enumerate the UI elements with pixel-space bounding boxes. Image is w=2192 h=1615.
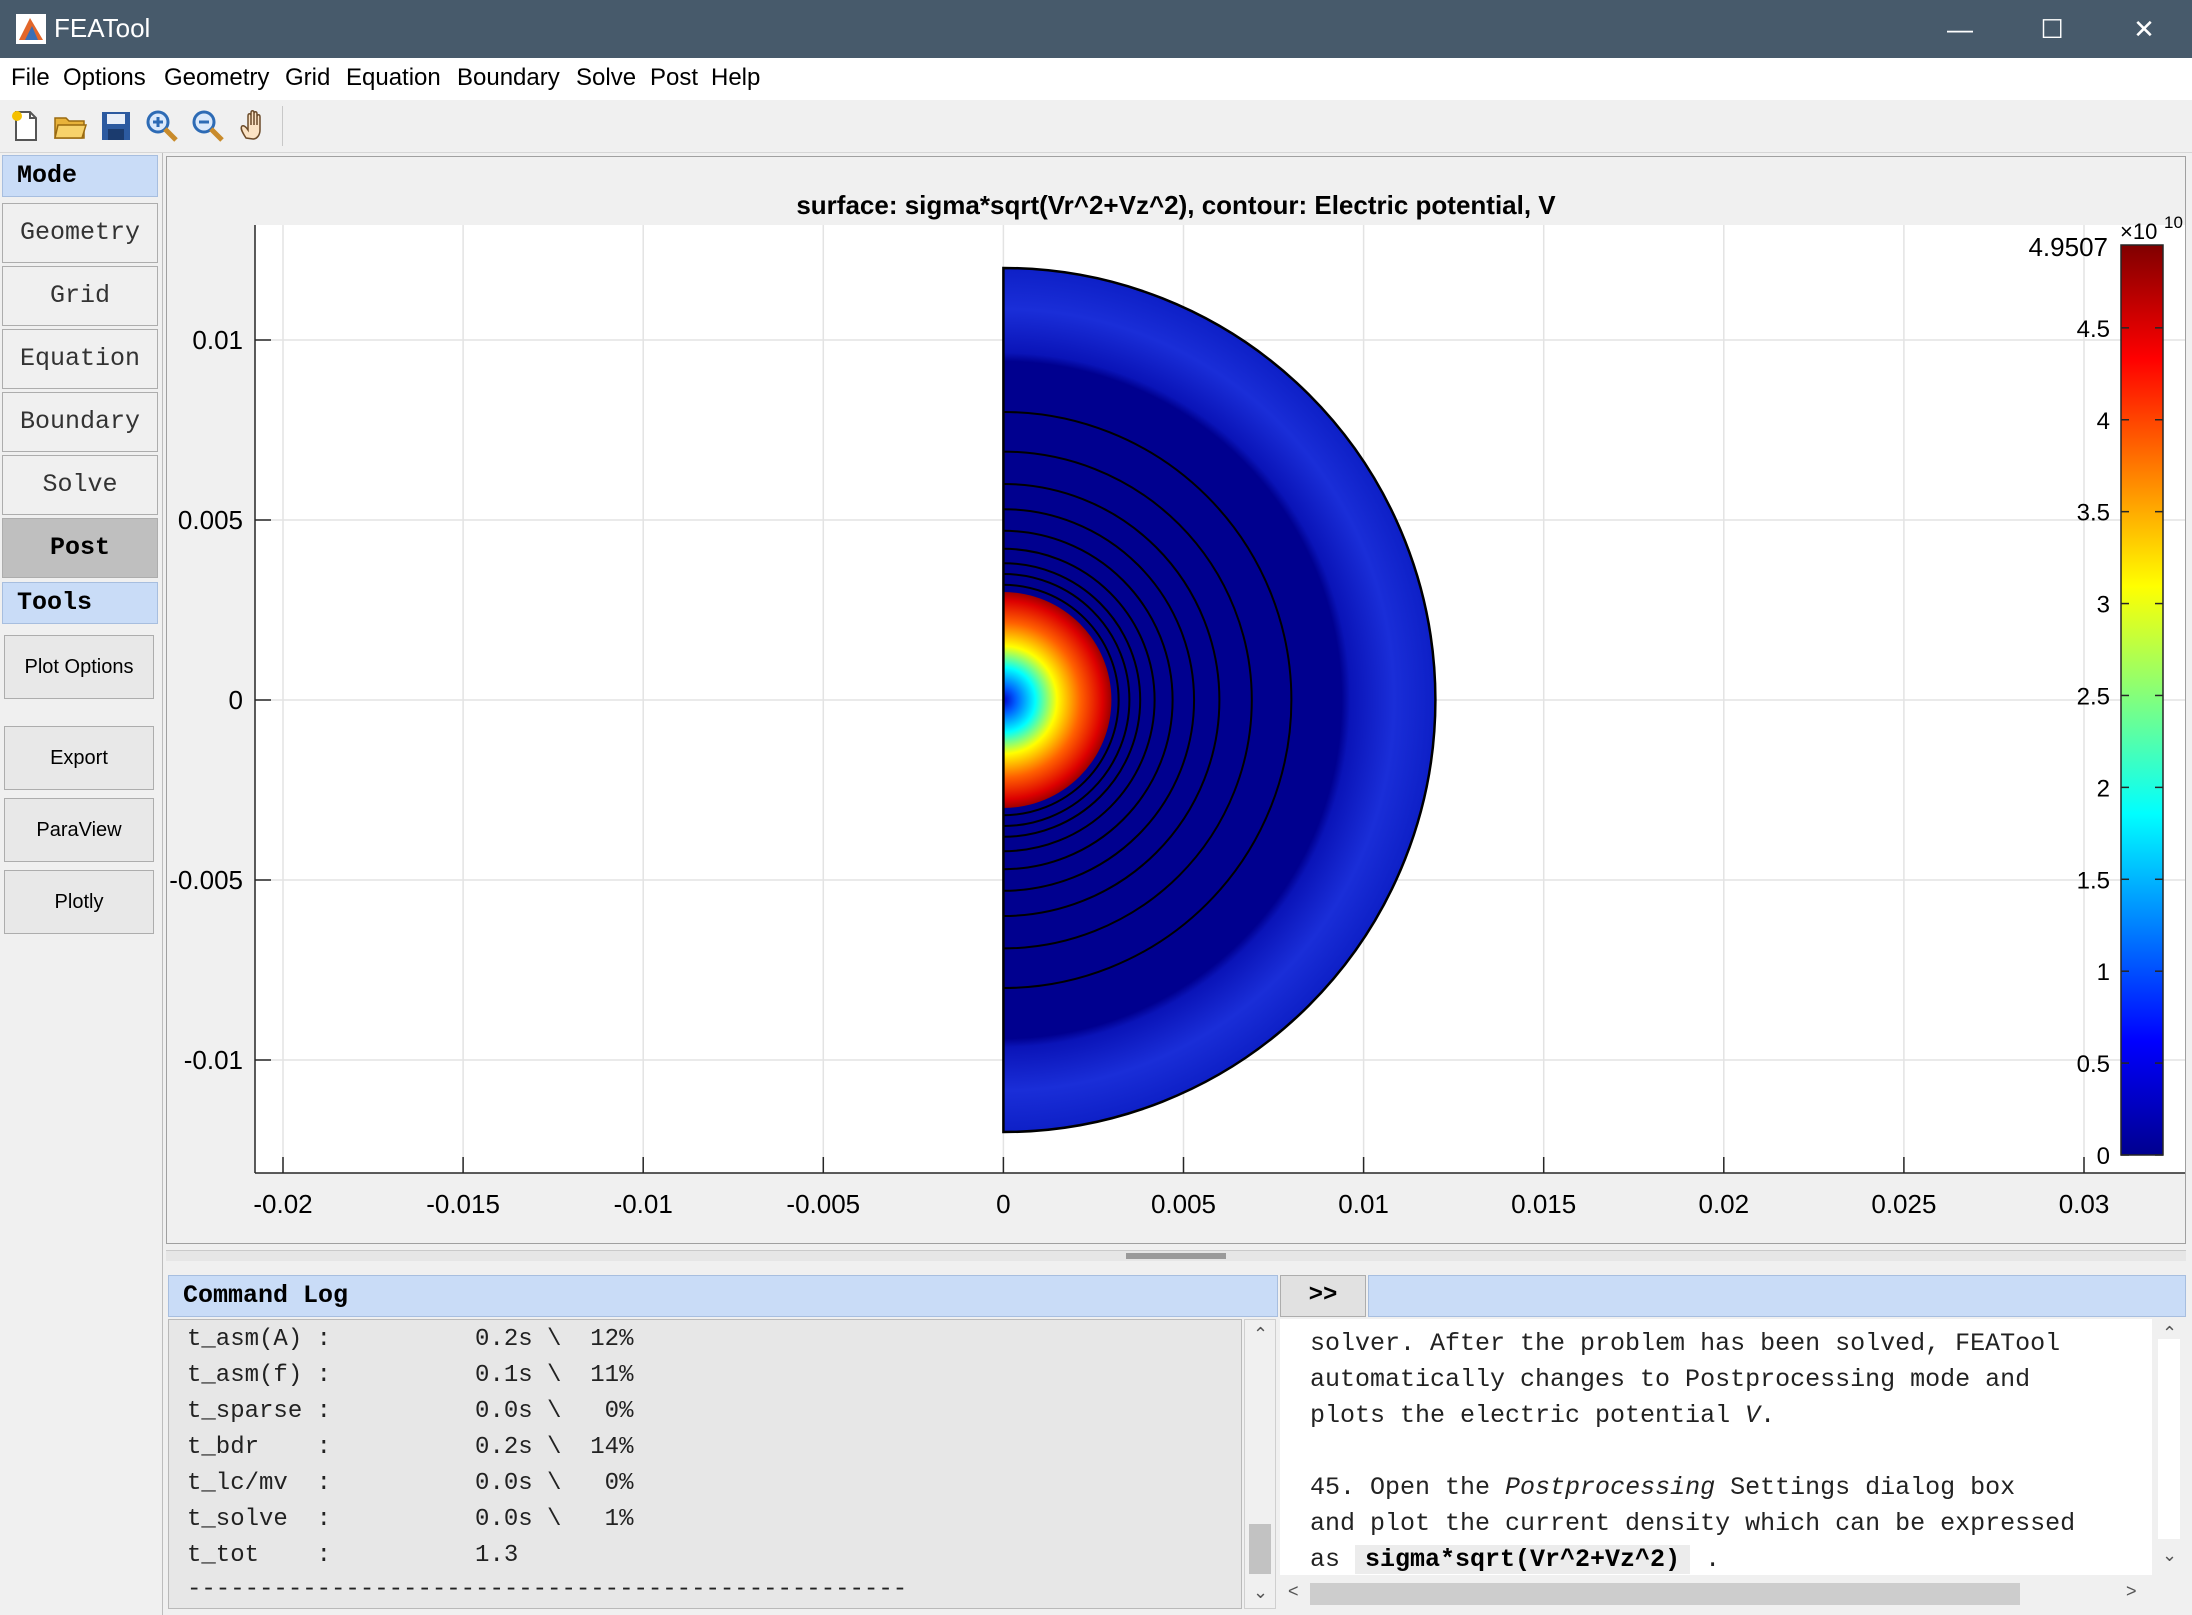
log-line: t_asm(A) : 0.2s \ 12%	[187, 1326, 634, 1353]
log-line: t_sparse : 0.0s \ 0%	[187, 1398, 634, 1425]
y-tick-label: 0.01	[192, 325, 243, 355]
help-line: and plot the current density which can b…	[1310, 1509, 2076, 1538]
help-text: 45. Open the	[1310, 1473, 1506, 1502]
x-tick-label: -0.02	[253, 1189, 312, 1219]
help-horizontal-scrollbar[interactable]: < >	[1280, 1577, 2186, 1609]
command-log-text[interactable]: t_asm(A) : 0.2s \ 12% t_asm(f) : 0.1s \ …	[168, 1319, 1242, 1609]
scroll-thumb[interactable]	[1249, 1524, 1271, 1574]
help-text: Settings dialog box	[1715, 1473, 2016, 1502]
help-line: solver. After the problem has been solve…	[1310, 1329, 2061, 1358]
help-line: automatically changes to Postprocessing …	[1310, 1365, 2031, 1394]
y-tick-label: 0.005	[178, 505, 243, 535]
x-tick-label: 0.03	[2059, 1189, 2110, 1219]
scroll-down-icon[interactable]: ⌄	[2162, 1545, 2177, 1566]
colorbar-tick-label: 3.5	[2077, 500, 2110, 527]
log-line: t_lc/mv : 0.0s \ 0%	[187, 1470, 634, 1497]
scroll-left-icon[interactable]: <	[1288, 1581, 1299, 1602]
scroll-thumb[interactable]	[1310, 1583, 2020, 1605]
y-tick-label: -0.005	[169, 865, 243, 895]
colorbar-tick-label: 0	[2097, 1143, 2110, 1170]
help-italic: Postprocessing	[1505, 1473, 1716, 1502]
help-line: 45. Open the Postprocessing Settings dia…	[1310, 1473, 2015, 1502]
help-text: .	[1760, 1401, 1776, 1430]
x-tick-label: 0.02	[1698, 1189, 1749, 1219]
help-text: plots the electric potential	[1310, 1401, 1746, 1430]
splitter-grip[interactable]	[1126, 1253, 1226, 1259]
colorbar-exponent: 10	[2164, 213, 2183, 232]
toggle-help-button[interactable]: >>	[1280, 1275, 1366, 1317]
y-tick-label: -0.01	[184, 1045, 243, 1075]
y-axis-tick-labels: 0.01 0.005 0 -0.005 -0.01	[169, 325, 243, 1075]
colorbar-tick-label: 3	[2097, 592, 2110, 619]
colorbar-tick-label: 2.5	[2077, 683, 2110, 710]
command-log-header: Command Log	[168, 1275, 1278, 1317]
log-line: t_asm(f) : 0.1s \ 11%	[187, 1362, 634, 1389]
colorbar-tick-label: 1	[2097, 959, 2110, 986]
x-tick-label: 0.01	[1338, 1189, 1389, 1219]
help-text: .	[1690, 1545, 1721, 1574]
y-tick-label: 0	[229, 685, 243, 715]
scroll-down-icon[interactable]: ⌄	[1253, 1582, 1268, 1603]
help-line: plots the electric potential V.	[1310, 1401, 1775, 1430]
colorbar-tick-label: 4	[2097, 408, 2110, 435]
x-axis-tick-labels: -0.02 -0.015 -0.01 -0.005 0 0.005 0.01 0.015 0.0…	[253, 1189, 2109, 1219]
help-code: sigma*sqrt(Vr^2+Vz^2)	[1355, 1545, 1691, 1574]
command-log-scrollbar[interactable]: ⌃ ⌄	[1244, 1319, 1276, 1609]
help-line: as sigma*sqrt(Vr^2+Vz^2) .	[1310, 1545, 1720, 1574]
x-tick-label: 0.015	[1511, 1189, 1576, 1219]
colorbar-tick-label: 4.5	[2077, 316, 2110, 343]
colorbar-exponent-base: ×10	[2120, 219, 2157, 244]
help-text: as	[1310, 1545, 1356, 1574]
scroll-thumb[interactable]	[2158, 1339, 2180, 1539]
x-tick-label: 0.005	[1151, 1189, 1216, 1219]
x-tick-label: 0.025	[1871, 1189, 1936, 1219]
log-line: t_bdr : 0.2s \ 14%	[187, 1434, 634, 1461]
colorbar-max-label: 4.9507	[2028, 232, 2108, 262]
colorbar	[2120, 244, 2164, 1156]
help-italic: V	[1745, 1401, 1761, 1430]
log-line: ----------------------------------------…	[187, 1576, 908, 1603]
colorbar-tick-label: 2	[2097, 775, 2110, 802]
x-tick-label: -0.015	[426, 1189, 500, 1219]
scroll-right-icon[interactable]: >	[2126, 1581, 2137, 1602]
help-vertical-scrollbar[interactable]: ⌃ ⌄	[2152, 1319, 2186, 1575]
x-tick-label: 0	[996, 1189, 1010, 1219]
colorbar-tick-label: 1.5	[2077, 867, 2110, 894]
colorbar-tick-label: 0.5	[2077, 1051, 2110, 1078]
log-line: t_tot : 1.3	[187, 1542, 519, 1569]
log-line: t_solve : 0.0s \ 1%	[187, 1506, 634, 1533]
help-panel-header	[1368, 1275, 2186, 1317]
scroll-up-icon[interactable]: ⌃	[1253, 1324, 1268, 1345]
x-tick-label: -0.005	[786, 1189, 860, 1219]
x-tick-label: -0.01	[614, 1189, 673, 1219]
help-text-panel[interactable]: solver. After the problem has been solve…	[1280, 1319, 2152, 1575]
